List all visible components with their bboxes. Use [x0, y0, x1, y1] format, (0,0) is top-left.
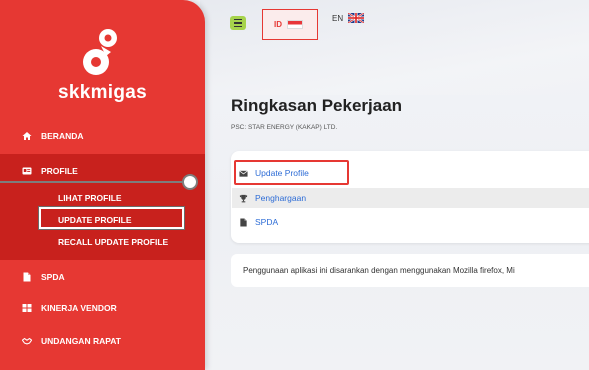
sidebar: skkmigas BERANDA PROFILE LIHAT PROFILE U… [0, 0, 205, 370]
page-subtitle: PSC: STAR ENERGY (KAKAP) LTD. [231, 124, 338, 131]
pointer-dot [182, 174, 198, 190]
sidebar-item-kinerja-vendor[interactable]: KINERJA VENDOR [0, 291, 205, 325]
sidebar-item-beranda[interactable]: BERANDA [0, 119, 205, 153]
uk-flag-icon [348, 13, 365, 23]
browser-recommendation-notice: Penggunaan aplikasi ini disarankan denga… [231, 254, 589, 287]
indonesia-flag-icon [287, 20, 303, 29]
update-profile-highlight-box [39, 207, 184, 229]
sidebar-item-label: SPDA [41, 272, 65, 282]
language-id-button[interactable]: ID [262, 9, 318, 40]
sidebar-subitem-recall-update-profile[interactable]: RECALL UPDATE PROFILE [58, 237, 168, 247]
sidebar-item-label: BERANDA [41, 131, 84, 141]
language-en-button[interactable]: EN [332, 13, 365, 23]
file-icon [23, 272, 31, 282]
brand-name: skkmigas [57, 82, 147, 103]
language-id-label: ID [274, 20, 282, 29]
update-profile-link-highlight [234, 160, 349, 185]
sidebar-subitem-lihat-profile[interactable]: LIHAT PROFILE [58, 193, 122, 203]
id-card-icon [22, 167, 32, 175]
trophy-icon [239, 194, 248, 202]
link-label: Penghargaan [255, 193, 307, 203]
home-icon [22, 132, 32, 140]
page-title: Ringkasan Pekerjaan [231, 96, 403, 115]
hamburger-line [234, 22, 242, 24]
hamburger-line [234, 25, 242, 28]
sidebar-item-label: KINERJA VENDOR [41, 303, 117, 313]
sidebar-item-undangan-rapat[interactable]: UNDANGAN RAPAT [0, 324, 205, 358]
grid-icon [22, 304, 32, 312]
hamburger-icon [234, 18, 242, 21]
skkmigas-logo [83, 29, 117, 75]
menu-toggle-button[interactable] [230, 16, 246, 30]
file-icon [240, 217, 247, 227]
link-spda[interactable]: SPDA [232, 212, 589, 232]
link-label: SPDA [255, 217, 279, 227]
handshake-icon [22, 337, 32, 345]
sidebar-item-spda[interactable]: SPDA [0, 260, 205, 294]
link-penghargaan[interactable]: Penghargaan [232, 188, 589, 208]
pointer-line [0, 181, 190, 183]
sidebar-item-label: UNDANGAN RAPAT [41, 336, 121, 346]
sidebar-item-label: PROFILE [41, 166, 78, 176]
language-en-label: EN [332, 13, 344, 23]
